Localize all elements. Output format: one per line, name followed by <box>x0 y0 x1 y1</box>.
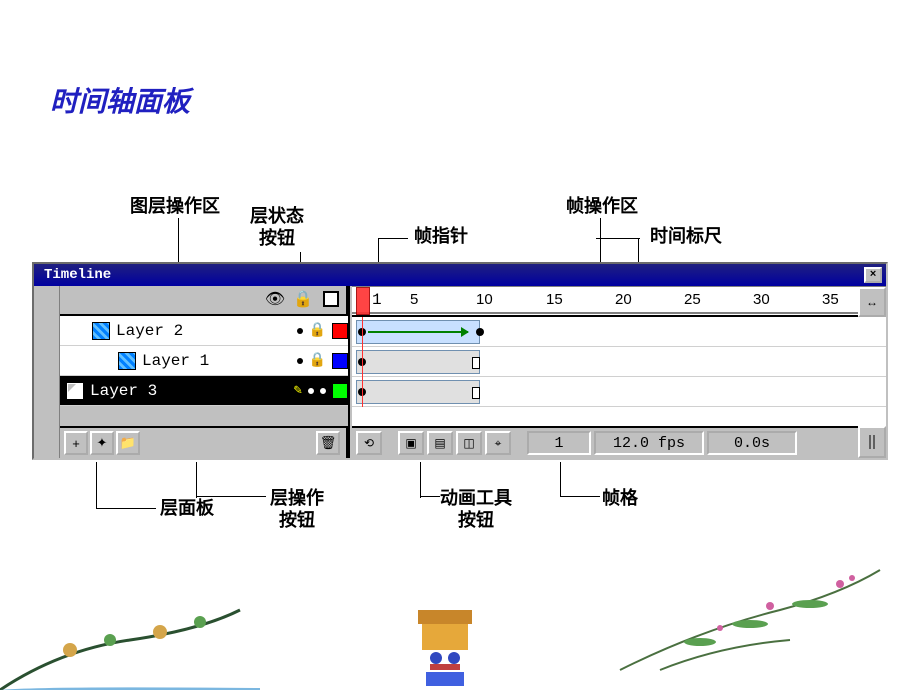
elapsed-time-display: 0.0s <box>707 431 797 455</box>
eye-icon[interactable]: 👁 <box>264 288 286 310</box>
ruler-ticks <box>352 287 872 317</box>
layer-panel: 👁 🔒 Layer 2 🔒 Layer 1 🔒 <box>60 286 350 458</box>
frame-footer: ⟲ ▣ ▤ ◫ ⌖ 1 12.0 fps 0.0s <box>352 426 886 458</box>
tick-20: 20 <box>615 291 632 309</box>
new-folder-button[interactable]: 📁 <box>116 431 140 455</box>
layer-row-3[interactable]: Layer 3 ✎ <box>60 376 348 406</box>
frames-area: 1 5 10 15 20 25 30 35 ↔ <box>352 286 886 458</box>
layer-name: Layer 3 <box>90 382 288 400</box>
frame-row-layer3[interactable] <box>352 377 886 407</box>
layer-footer: + ✦ 📁 🗑 <box>60 426 348 458</box>
tick-35: 35 <box>822 291 839 309</box>
anno-layer-status-btns: 层状态 按钮 <box>250 206 304 249</box>
timeline-window: Timeline × 👁 🔒 Layer 2 🔒 <box>32 262 888 460</box>
visibility-dot[interactable] <box>308 388 314 394</box>
time-ruler[interactable]: 1 5 10 15 20 25 30 35 ↔ <box>352 287 886 317</box>
new-guide-button[interactable]: ✦ <box>90 431 114 455</box>
tick-30: 30 <box>753 291 770 309</box>
tick-15: 15 <box>546 291 563 309</box>
layer-row-1[interactable]: Layer 1 🔒 <box>60 346 348 376</box>
color-swatch[interactable] <box>332 323 348 339</box>
window-titlebar[interactable]: Timeline × <box>34 264 886 286</box>
anno-layer-ops-area: 图层操作区 <box>130 196 220 218</box>
layer-name: Layer 1 <box>142 352 291 370</box>
anno-anim-tool-btns: 动画工具 按钮 <box>440 488 512 531</box>
frame-row-layer1[interactable] <box>352 347 886 377</box>
frame-row-layer2[interactable] <box>352 317 886 347</box>
onion-skin-button[interactable]: ▣ <box>398 431 424 455</box>
edit-multi-frames-button[interactable]: ◫ <box>456 431 482 455</box>
anno-playhead: 帧指针 <box>414 226 468 248</box>
rewind-button[interactable]: ⟲ <box>356 431 382 455</box>
layer-icon <box>118 352 136 370</box>
tick-10: 10 <box>476 291 493 309</box>
left-gutter <box>34 286 60 458</box>
layer-icon <box>66 382 84 400</box>
anno-time-ruler: 时间标尺 <box>650 226 722 248</box>
onion-outline-button[interactable]: ▤ <box>427 431 453 455</box>
layer-header: 👁 🔒 <box>60 286 348 316</box>
slide-title: 时间轴面板 <box>50 80 190 120</box>
new-layer-button[interactable]: + <box>64 431 88 455</box>
layer-row-2[interactable]: Layer 2 🔒 <box>60 316 348 346</box>
outline-toggle[interactable] <box>320 288 342 310</box>
anno-frame-ops-area: 帧操作区 <box>566 196 638 218</box>
layer-icon <box>92 322 110 340</box>
scroll-grip[interactable] <box>858 426 886 458</box>
window-title: Timeline <box>38 267 864 283</box>
current-frame-display: 1 <box>527 431 591 455</box>
decorative-sprite <box>400 600 490 690</box>
anno-layer-ops-btns: 层操作 按钮 <box>270 488 324 531</box>
lock-icon[interactable]: 🔒 <box>292 288 314 310</box>
center-frame-button[interactable]: ⌖ <box>485 431 511 455</box>
visibility-dot[interactable] <box>297 358 303 364</box>
decorative-branch-left <box>0 590 260 690</box>
tick-5: 5 <box>410 291 418 309</box>
visibility-dot[interactable] <box>297 328 303 334</box>
pencil-icon: ✎ <box>294 382 302 399</box>
playhead[interactable] <box>356 287 370 315</box>
decorative-branch-right <box>600 560 900 680</box>
layer-name: Layer 2 <box>116 322 291 340</box>
expand-button[interactable]: ↔ <box>858 287 886 317</box>
color-swatch[interactable] <box>332 353 348 369</box>
playhead-line <box>362 317 363 407</box>
frame-rows <box>352 317 886 407</box>
delete-layer-button[interactable]: 🗑 <box>316 431 340 455</box>
color-swatch[interactable] <box>332 383 348 399</box>
lock-icon[interactable]: 🔒 <box>309 352 326 369</box>
lock-dot[interactable] <box>320 388 326 394</box>
anno-frame-cells: 帧格 <box>602 488 638 510</box>
close-button[interactable]: × <box>864 267 882 283</box>
anno-layer-panel: 层面板 <box>160 498 214 520</box>
lock-icon[interactable]: 🔒 <box>309 322 326 339</box>
tick-25: 25 <box>684 291 701 309</box>
fps-display: 12.0 fps <box>594 431 704 455</box>
